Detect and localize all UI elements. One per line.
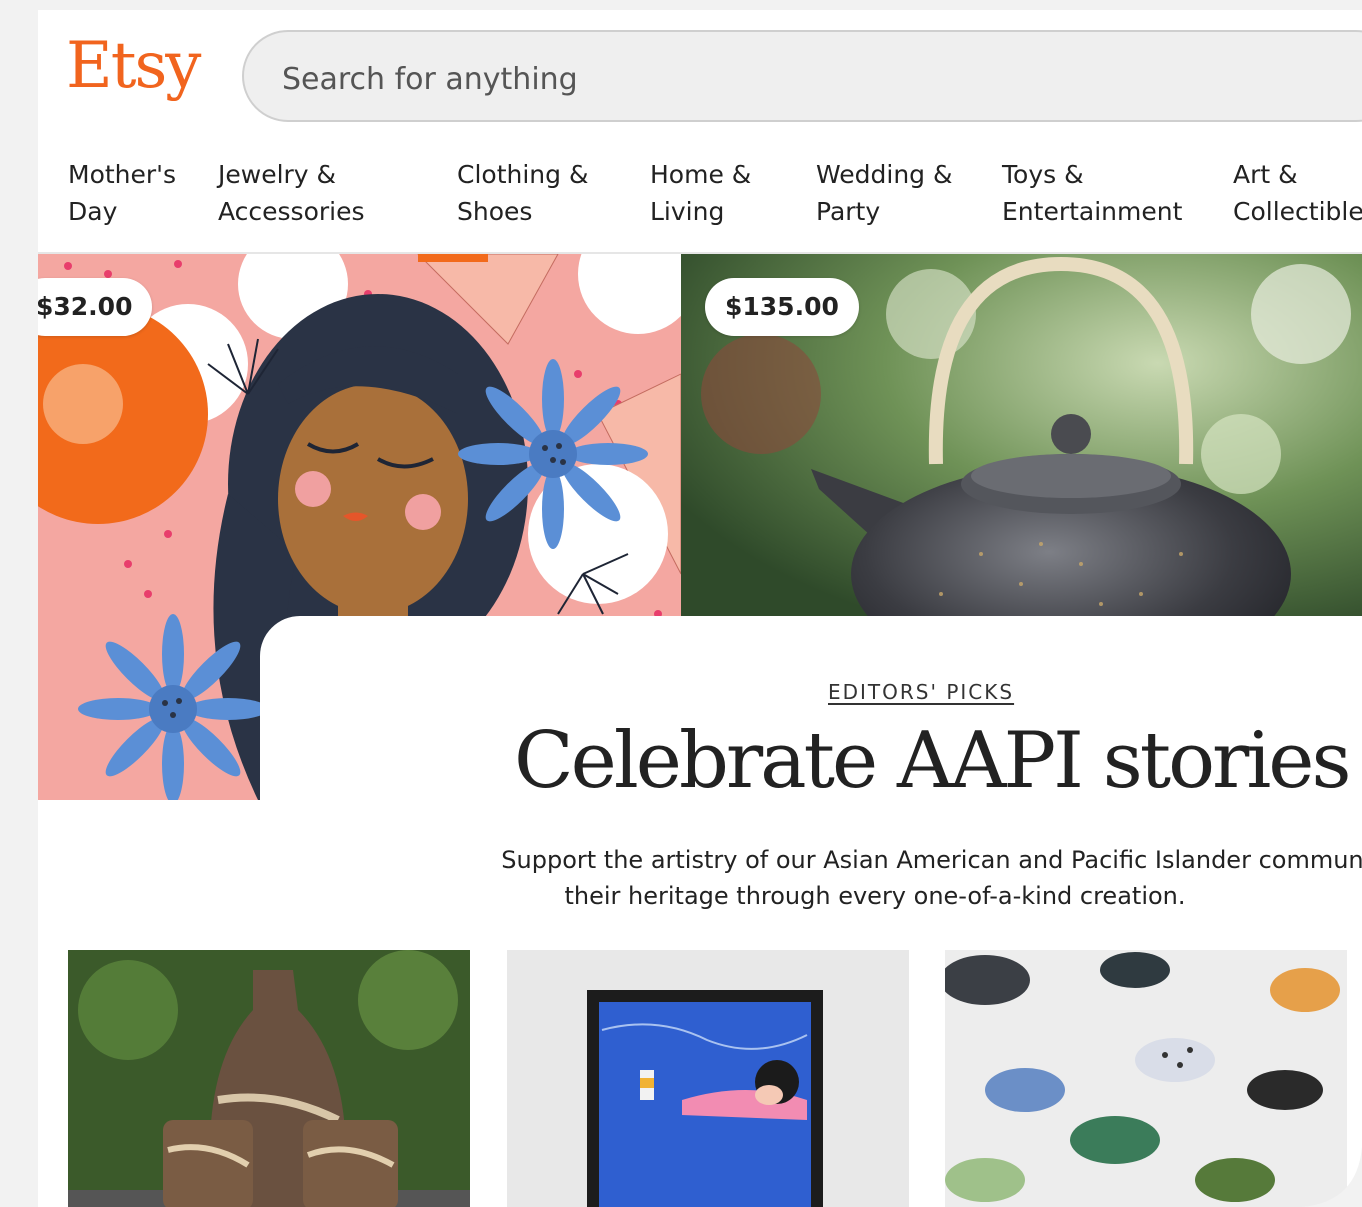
price-badge: $32.00 bbox=[38, 278, 153, 336]
sake-set-photo bbox=[68, 950, 470, 1207]
price-text: $32.00 bbox=[38, 292, 133, 321]
nav-label-line1: Home & bbox=[650, 160, 752, 189]
nav-label-line1: Clothing & bbox=[457, 160, 589, 189]
art-print-photo bbox=[507, 950, 909, 1207]
nav-label-line2: Entertainment bbox=[1002, 197, 1183, 226]
rounded-corner bbox=[1302, 1147, 1362, 1207]
nav-label-line2: Collectibles bbox=[1233, 197, 1362, 226]
product-card-art-print[interactable] bbox=[507, 950, 909, 1207]
search-input[interactable] bbox=[280, 58, 1184, 100]
etsy-page: Etsy Mother's Day Jewelry & Accessories … bbox=[38, 10, 1362, 1207]
category-nav: Mother's Day Jewelry & Accessories Cloth… bbox=[38, 156, 1362, 252]
nav-label-line2: Living bbox=[650, 197, 725, 226]
nav-label-line2: Party bbox=[816, 197, 881, 226]
nav-label-line1: Wedding & bbox=[816, 160, 953, 189]
nav-item-clothing-shoes[interactable]: Clothing & Shoes bbox=[457, 156, 588, 230]
nav-label-line2: Accessories bbox=[218, 197, 365, 226]
nav-item-toys-entertainment[interactable]: Toys & Entertainment bbox=[1002, 156, 1182, 230]
nav-label-line2: Shoes bbox=[457, 197, 533, 226]
nav-label-line1: Toys & bbox=[1002, 160, 1084, 189]
nav-item-mothers-day[interactable]: Mother's Day bbox=[68, 156, 176, 230]
price-badge: $135.00 bbox=[705, 278, 859, 336]
search-bar[interactable] bbox=[242, 30, 1362, 122]
product-card-sake-set[interactable] bbox=[68, 950, 470, 1207]
nav-label-line2: Day bbox=[68, 197, 118, 226]
hero-subtext: Support the artistry of our Asian Americ… bbox=[390, 842, 1362, 914]
nav-label-line1: Art & bbox=[1233, 160, 1298, 189]
nav-label-line1: Mother's bbox=[68, 160, 177, 189]
nav-item-art-collectibles[interactable]: Art & Collectibles bbox=[1233, 156, 1362, 230]
price-text: $135.00 bbox=[725, 292, 839, 321]
hero-subtext-line1: Support the artistry of our Asian Americ… bbox=[501, 846, 1362, 874]
nav-label-line1: Jewelry & bbox=[218, 160, 337, 189]
nav-item-jewelry-accessories[interactable]: Jewelry & Accessories bbox=[218, 156, 365, 230]
nav-item-wedding-party[interactable]: Wedding & Party bbox=[816, 156, 952, 230]
hero-subtext-line2: their heritage through every one-of-a-ki… bbox=[564, 882, 1186, 910]
product-card-ceramic-rests[interactable] bbox=[945, 950, 1347, 1207]
nav-item-home-living[interactable]: Home & Living bbox=[650, 156, 751, 230]
hero-headline: Celebrate AAPI stories bbox=[514, 716, 1351, 806]
etsy-logo[interactable]: Etsy bbox=[66, 34, 201, 98]
ceramic-rests-photo bbox=[945, 950, 1347, 1207]
editors-picks-link[interactable]: EDITORS' PICKS bbox=[828, 680, 1014, 704]
listing-image-teapot[interactable]: $135.00 bbox=[681, 254, 1362, 618]
